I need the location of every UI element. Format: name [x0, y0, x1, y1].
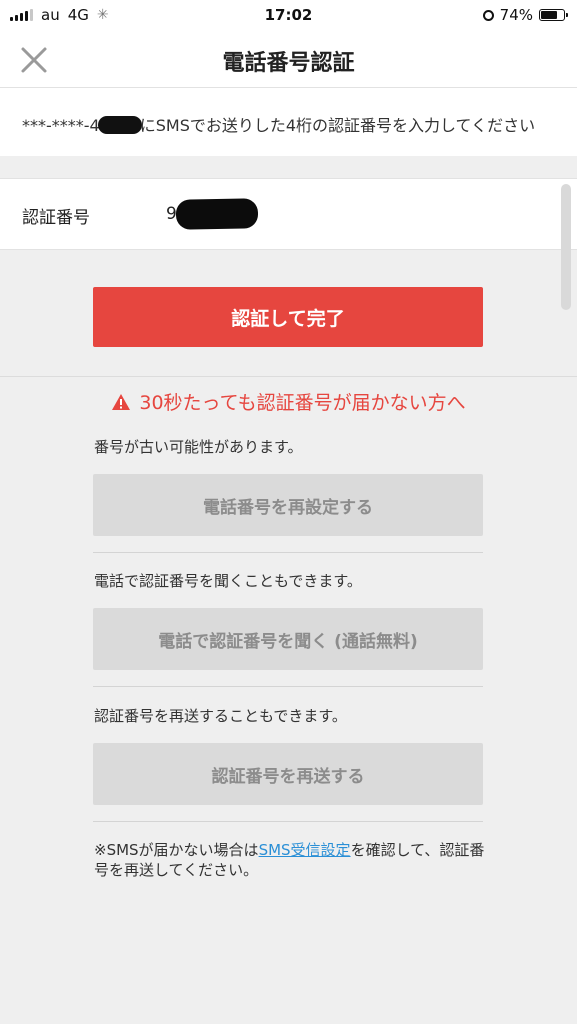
section-divider: [0, 376, 577, 377]
reset-phone-number-button[interactable]: 電話番号を再設定する: [93, 474, 483, 536]
verification-code-label: 認証番号: [22, 208, 90, 228]
sms-note: ※SMSが届かない場合はSMS受信設定を確認して、認証番号を再送してください。: [94, 840, 494, 880]
battery-fill: [541, 11, 558, 19]
scroll-indicator[interactable]: [561, 184, 571, 310]
divider: [93, 552, 483, 553]
redaction-mark: [175, 198, 259, 230]
verify-complete-button[interactable]: 認証して完了: [93, 287, 483, 347]
nav-header: 電話番号認証: [0, 30, 577, 88]
divider: [93, 686, 483, 687]
sms-settings-link[interactable]: SMS受信設定: [259, 841, 351, 859]
instruction-text: ***-****-4 にSMSでお送りした4桁の認証番号を入力してください: [0, 88, 577, 156]
resend-code-button[interactable]: 認証番号を再送する: [93, 743, 483, 805]
help-heading: 30秒たっても認証番号が届かない方へ: [0, 388, 577, 415]
status-bar: au 4G ✳ 17:02 74%: [0, 0, 577, 30]
redaction-mark: [97, 116, 142, 134]
help-text-old-number: 番号が古い可能性があります。: [94, 438, 303, 456]
warning-icon: [112, 393, 131, 410]
battery-percent: 74%: [499, 6, 533, 24]
call-for-code-button[interactable]: 電話で認証番号を聞く (通話無料): [93, 608, 483, 670]
help-heading-text: 30秒たっても認証番号が届かない方へ: [139, 392, 466, 414]
page-title: 電話番号認証: [222, 51, 355, 76]
divider: [93, 821, 483, 822]
alarm-icon: [482, 9, 494, 21]
help-text-phone-call: 電話で認証番号を聞くこともできます。: [94, 572, 362, 590]
help-text-resend: 認証番号を再送することもできます。: [94, 707, 347, 725]
battery-icon: [539, 9, 568, 21]
sms-note-prefix: ※SMSが届かない場合は: [94, 841, 259, 859]
instruction-message: にSMSでお送りした4桁の認証番号を入力してください: [139, 116, 536, 135]
status-bar-right: 74%: [482, 6, 568, 24]
masked-phone-number: ***-****-4: [22, 116, 100, 135]
verification-code-row: 認証番号: [0, 178, 577, 250]
